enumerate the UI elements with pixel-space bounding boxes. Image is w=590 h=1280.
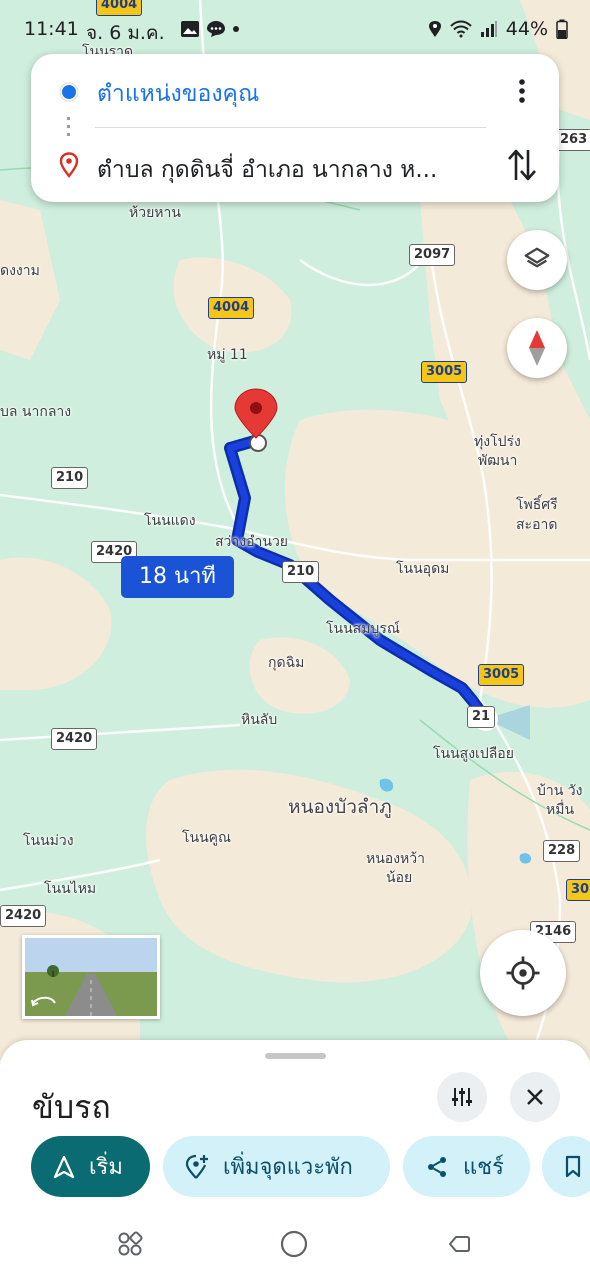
- street-view-thumbnail[interactable]: [22, 935, 160, 1019]
- place-label: ทุ่งโปร่ง: [474, 434, 521, 450]
- compass-button[interactable]: [507, 318, 567, 378]
- layers-icon: [524, 247, 550, 268]
- tune-icon: [452, 1088, 472, 1106]
- road-shield: 4004: [208, 297, 255, 319]
- swap-route-button[interactable]: [505, 146, 539, 184]
- place-label: หินลับ: [241, 712, 278, 728]
- road-shield: 30: [566, 879, 590, 901]
- start-navigation-button[interactable]: เริ่ม: [31, 1136, 150, 1197]
- gallery-icon: [181, 21, 199, 37]
- route-connector: [67, 117, 70, 139]
- place-label: ห้วยหาน: [129, 205, 181, 221]
- road-shield: 2420: [0, 905, 47, 927]
- road-shield: 2420: [51, 728, 98, 750]
- route-divider: [95, 127, 486, 128]
- compass-icon: [529, 330, 545, 366]
- travel-mode-title: ขับรถ: [32, 1088, 111, 1126]
- add-stop-label: เพิ่มจุดแวะพัก: [223, 1155, 353, 1180]
- navigation-arrow-icon: [53, 1155, 75, 1178]
- origin-field[interactable]: ตำแหน่งของคุณ: [97, 76, 259, 112]
- close-directions-button[interactable]: [510, 1072, 560, 1122]
- recent-apps-icon[interactable]: [117, 1231, 143, 1257]
- district-label: หนองบัวลำภู: [288, 796, 392, 818]
- more-vert-icon: [519, 79, 525, 103]
- notification-icons: [180, 20, 240, 38]
- chat-icon: [207, 21, 225, 37]
- place-label: หมื่น: [546, 802, 575, 818]
- place-label: ดงงาม: [0, 263, 40, 279]
- my-location-icon: [506, 956, 540, 990]
- place-label: โนนคูณ: [182, 830, 232, 846]
- road-shield: 210: [282, 561, 320, 583]
- place-label: สะอาด: [516, 517, 558, 533]
- status-bar: 11:41 จ. 6 ม.ค. 44%: [0, 0, 590, 56]
- battery-icon: [556, 19, 568, 39]
- place-label: โนนม่วง: [23, 833, 74, 849]
- route-options-button[interactable]: [437, 1072, 487, 1122]
- add-stop-button[interactable]: เพิ่มจุดแวะพัก: [163, 1136, 390, 1197]
- directions-card: ตำแหน่งของคุณ ตำบล กุดดินจี่ อำเภอ นากลา…: [31, 54, 559, 202]
- place-label: บล นากลาง: [0, 404, 72, 420]
- save-route-button[interactable]: [542, 1136, 590, 1197]
- place-label: หมู่ 11: [207, 347, 248, 363]
- destination-field[interactable]: ตำบล กุดดินจี่ อำเภอ นากลาง ห...: [97, 152, 492, 188]
- road-shield: 21: [467, 706, 496, 728]
- place-label: กุดฉิม: [268, 655, 305, 671]
- share-icon: [428, 1156, 446, 1177]
- place-label: โนนแดง: [144, 513, 196, 529]
- place-label: โนนสูงเปลือย: [433, 746, 514, 762]
- swap-vertical-icon: [508, 149, 536, 181]
- add-location-icon: [185, 1154, 208, 1179]
- place-label: บ้าน วัง: [537, 783, 583, 799]
- home-icon[interactable]: [279, 1229, 309, 1259]
- status-right: 44%: [428, 18, 568, 40]
- location-status-icon: [428, 21, 441, 37]
- more-notifications-icon: [233, 26, 239, 32]
- place-label: โนนอุดม: [396, 561, 450, 577]
- place-label: สว่างอำนวย: [215, 534, 289, 550]
- place-label: น้อย: [386, 870, 413, 886]
- maps-app: โนนราด ห้วยหาน ดงงาม หมู่ 11 บล นากลาง โ…: [0, 0, 590, 1280]
- layers-button[interactable]: [507, 230, 567, 290]
- place-label: หนองหว้า: [366, 851, 425, 867]
- bookmark-icon: [565, 1155, 581, 1177]
- road-shield: 228: [543, 840, 581, 862]
- sheet-drag-handle[interactable]: [265, 1053, 326, 1059]
- wifi-icon: [450, 20, 472, 38]
- more-options-button[interactable]: [507, 76, 537, 106]
- share-button[interactable]: แชร์: [403, 1136, 530, 1197]
- share-label: แชร์: [463, 1155, 504, 1180]
- back-icon[interactable]: [447, 1231, 473, 1257]
- start-label: เริ่ม: [89, 1155, 123, 1180]
- route-duration-label[interactable]: 18 นาที: [121, 556, 234, 598]
- road-shield: 210: [51, 467, 89, 489]
- my-location-button[interactable]: [480, 930, 566, 1016]
- place-label: พัฒนา: [478, 453, 518, 469]
- battery-percent: 44%: [505, 18, 548, 40]
- status-time: 11:41: [24, 18, 79, 40]
- road-shield: 263: [555, 129, 590, 151]
- system-navigation-bar: [0, 1212, 590, 1280]
- place-label: โนนไหม: [44, 881, 97, 897]
- place-label: โนนสมบูรณ์: [326, 621, 400, 637]
- place-label: โพธิ์ศรี: [516, 497, 558, 513]
- street-view-image: [25, 938, 157, 1016]
- road-shield: 2097: [409, 244, 456, 266]
- road-shield: 3005: [421, 361, 468, 383]
- origin-dot-icon: [59, 82, 79, 102]
- status-date: จ. 6 ม.ค.: [86, 22, 165, 44]
- close-icon: [527, 1089, 543, 1105]
- signal-icon: [480, 21, 497, 37]
- destination-marker-icon: [59, 152, 79, 178]
- road-shield: 3005: [478, 664, 525, 686]
